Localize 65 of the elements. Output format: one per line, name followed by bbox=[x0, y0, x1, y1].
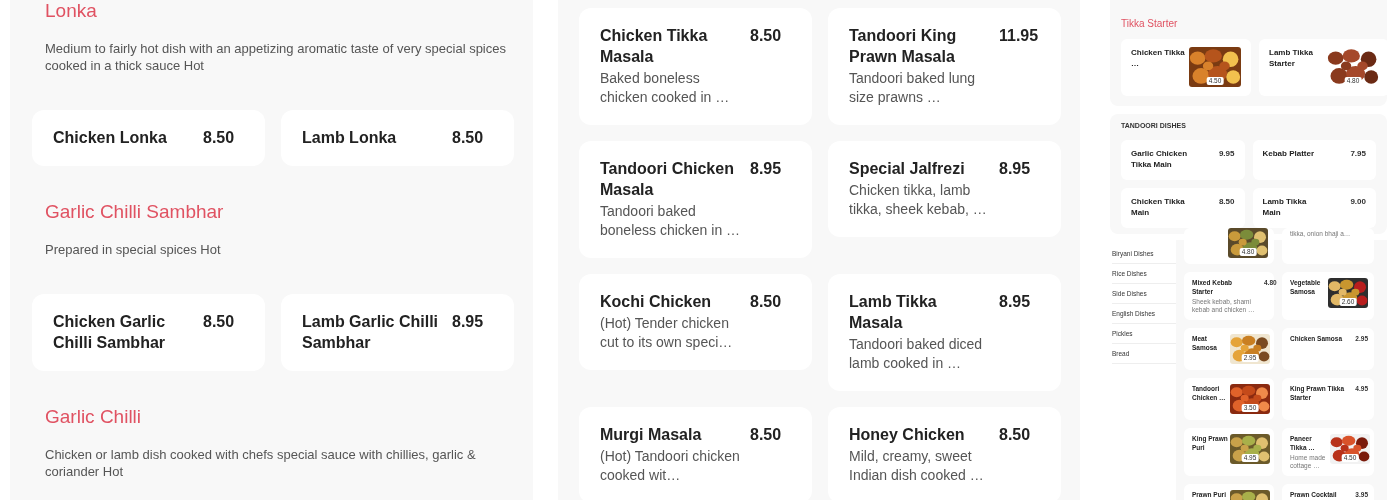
item-price: 8.50 bbox=[750, 26, 783, 46]
item-price: 9.95 bbox=[1218, 148, 1235, 159]
category-title: Garlic Chilli bbox=[45, 406, 143, 428]
menu-item-card[interactable]: Special Jalfrezi 8.95 Chicken tikka, lamb tikka, sheek kebab, … bbox=[828, 141, 1061, 237]
item-name: Garlic Chicken Tikka Main bbox=[1131, 148, 1189, 170]
item-description: Tandoori baked lung size prawns … bbox=[849, 69, 977, 107]
item-price: 8.50 bbox=[203, 312, 236, 332]
item-name: Lamb Tikka Main bbox=[1262, 196, 1308, 218]
item-name: Tandoori Chicken Masala bbox=[600, 159, 735, 200]
item-description: (Hot) Tandoori chicken cooked wit… bbox=[600, 447, 741, 485]
category-description: Chicken or lamb dish cooked with chefs special sauce with chillies, garlic & coriander Hot bbox=[45, 446, 477, 480]
item-name: Lamb Lonka bbox=[302, 128, 398, 148]
category-description: Medium to fairly hot dish with an appetizing aromatic taste of very special spices cooked in a thick sauce Hot bbox=[45, 40, 507, 74]
item-price: 8.95 bbox=[452, 312, 485, 332]
item-name: Lamb Tikka Masala bbox=[849, 292, 938, 333]
menu-item-card[interactable]: Murgi Masala 8.50 (Hot) Tandoori chicken cooked wit… bbox=[579, 407, 812, 500]
item-name: Chicken Tikka … bbox=[1131, 47, 1186, 69]
menu-item-card[interactable]: Lamb Tikka Masala 8.95 Tandoori baked diced lamb cooked in … bbox=[828, 274, 1061, 391]
menu-item-card[interactable]: Chicken Tikka Main 8.50 bbox=[1121, 188, 1245, 228]
category-title: Garlic Chilli Sambhar bbox=[45, 201, 225, 223]
item-price: 9.00 bbox=[1350, 196, 1366, 207]
item-description: Chicken tikka, lamb tikka, sheek kebab, … bbox=[849, 181, 988, 219]
menu-item-card[interactable]: Lamb Tikka Main 9.00 bbox=[1252, 188, 1376, 228]
menu-item-card[interactable]: Lamb Lonka 8.50 bbox=[281, 110, 514, 166]
category-description: Prepared in special spices Hot bbox=[45, 241, 222, 258]
item-name: Chicken Lonka bbox=[53, 128, 168, 148]
menu-item-card[interactable]: Lamb Garlic Chilli Sambhar 8.95 bbox=[281, 294, 514, 371]
item-name: Murgi Masala bbox=[600, 425, 703, 445]
category-title: Tikka Starter bbox=[1121, 18, 1179, 29]
item-price: 8.50 bbox=[999, 425, 1032, 445]
item-name: Special Jalfrezi bbox=[849, 159, 966, 179]
item-price: 8.50 bbox=[750, 425, 783, 445]
item-price: 8.50 bbox=[203, 128, 236, 148]
item-name: Kebab Platter bbox=[1262, 148, 1316, 159]
item-name: Tandoori King Prawn Masala bbox=[849, 26, 958, 67]
item-description: Tandoori baked diced lamb cooked in … bbox=[849, 335, 984, 373]
item-description: (Hot) Tender chicken cut to its own speci… bbox=[600, 314, 734, 352]
category-title: Lonka bbox=[45, 0, 98, 22]
item-price: 11.95 bbox=[999, 26, 1040, 46]
menu-item-card[interactable]: Chicken Garlic Chilli Sambhar 8.50 bbox=[32, 294, 265, 371]
item-name: Lamb Tikka Starter bbox=[1269, 47, 1314, 69]
item-price: 8.50 bbox=[750, 292, 783, 312]
item-name: Lamb Garlic Chilli Sambhar bbox=[302, 312, 440, 353]
menu-item-card[interactable]: Tandoori King Prawn Masala 11.95 Tandoori baked lung size prawns … bbox=[828, 8, 1061, 125]
item-price: 8.95 bbox=[999, 159, 1032, 179]
item-name: Honey Chicken bbox=[849, 425, 966, 445]
item-name: Chicken Garlic Chilli Sambhar bbox=[53, 312, 167, 353]
menu-item-card[interactable]: Tandoori Chicken Masala 8.95 Tandoori baked boneless chicken in … bbox=[579, 141, 812, 258]
item-description: Mild, creamy, sweet Indian dish cooked … bbox=[849, 447, 985, 485]
menu-item-card[interactable]: Kochi Chicken 8.50 (Hot) Tender chicken cut to its own speci… bbox=[579, 274, 812, 370]
item-price: 7.95 bbox=[1350, 148, 1366, 159]
item-name: Chicken Tikka Masala bbox=[600, 26, 709, 67]
menu-item-card[interactable]: Garlic Chicken Tikka Main 9.95 bbox=[1121, 140, 1245, 180]
item-price: 8.50 bbox=[452, 128, 485, 148]
item-name: Chicken Tikka Main bbox=[1131, 196, 1186, 218]
menu-item-card[interactable]: Kebab Platter 7.95 bbox=[1252, 140, 1376, 180]
item-price: 8.95 bbox=[750, 159, 783, 179]
item-price: 8.95 bbox=[999, 292, 1032, 312]
item-description: Baked boneless chicken cooked in … bbox=[600, 69, 731, 107]
menu-item-card[interactable]: Chicken Tikka Masala 8.50 Baked boneless chicken cooked in … bbox=[579, 8, 812, 125]
item-description: Tandoori baked boneless chicken in … bbox=[600, 202, 742, 240]
item-name: Kochi Chicken bbox=[600, 292, 713, 312]
menu-item-card[interactable]: Chicken Lonka 8.50 bbox=[32, 110, 265, 166]
item-price: 8.50 bbox=[1218, 196, 1235, 207]
menu-item-card[interactable]: Honey Chicken 8.50 Mild, creamy, sweet Indian dish cooked … bbox=[828, 407, 1061, 500]
